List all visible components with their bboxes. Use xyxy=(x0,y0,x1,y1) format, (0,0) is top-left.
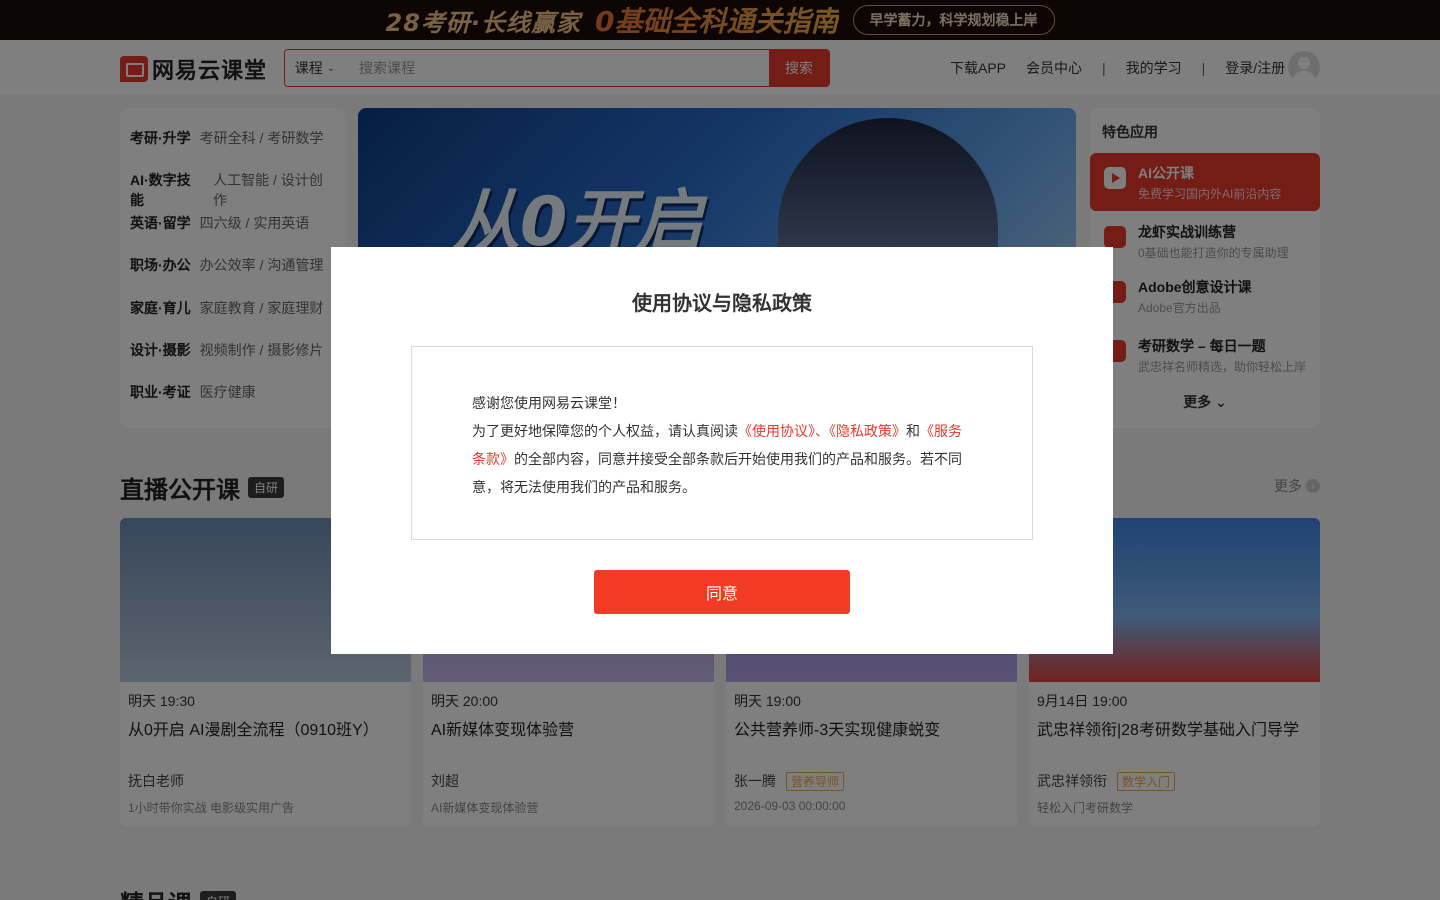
modal-text-after: 的全部内容，同意并接受全部条款后开始使用我们的产品和服务。若不同意，将无法使用我… xyxy=(472,451,962,495)
privacy-link[interactable]: 《隐私政策》 xyxy=(829,423,906,439)
modal-and: 和 xyxy=(906,423,920,439)
link-separator: 、 xyxy=(815,423,829,439)
modal-content: 感谢您使用网易云课堂！ 为了更好地保障您的个人权益，请认真阅读《使用协议》、《隐… xyxy=(411,346,1033,540)
agree-button[interactable]: 同意 xyxy=(594,570,850,614)
modal-greeting: 感谢您使用网易云课堂！ xyxy=(472,395,626,411)
terms-link[interactable]: 《使用协议》 xyxy=(738,423,815,439)
modal-paragraph: 为了更好地保障您的个人权益，请认真阅读《使用协议》、《隐私政策》和《服务条款》的… xyxy=(472,417,972,501)
modal-title: 使用协议与隐私政策 xyxy=(632,293,812,315)
modal-text-before: 为了更好地保障您的个人权益，请认真阅读 xyxy=(472,423,738,439)
agreement-modal: 使用协议与隐私政策 感谢您使用网易云课堂！ 为了更好地保障您的个人权益，请认真阅… xyxy=(331,247,1113,654)
